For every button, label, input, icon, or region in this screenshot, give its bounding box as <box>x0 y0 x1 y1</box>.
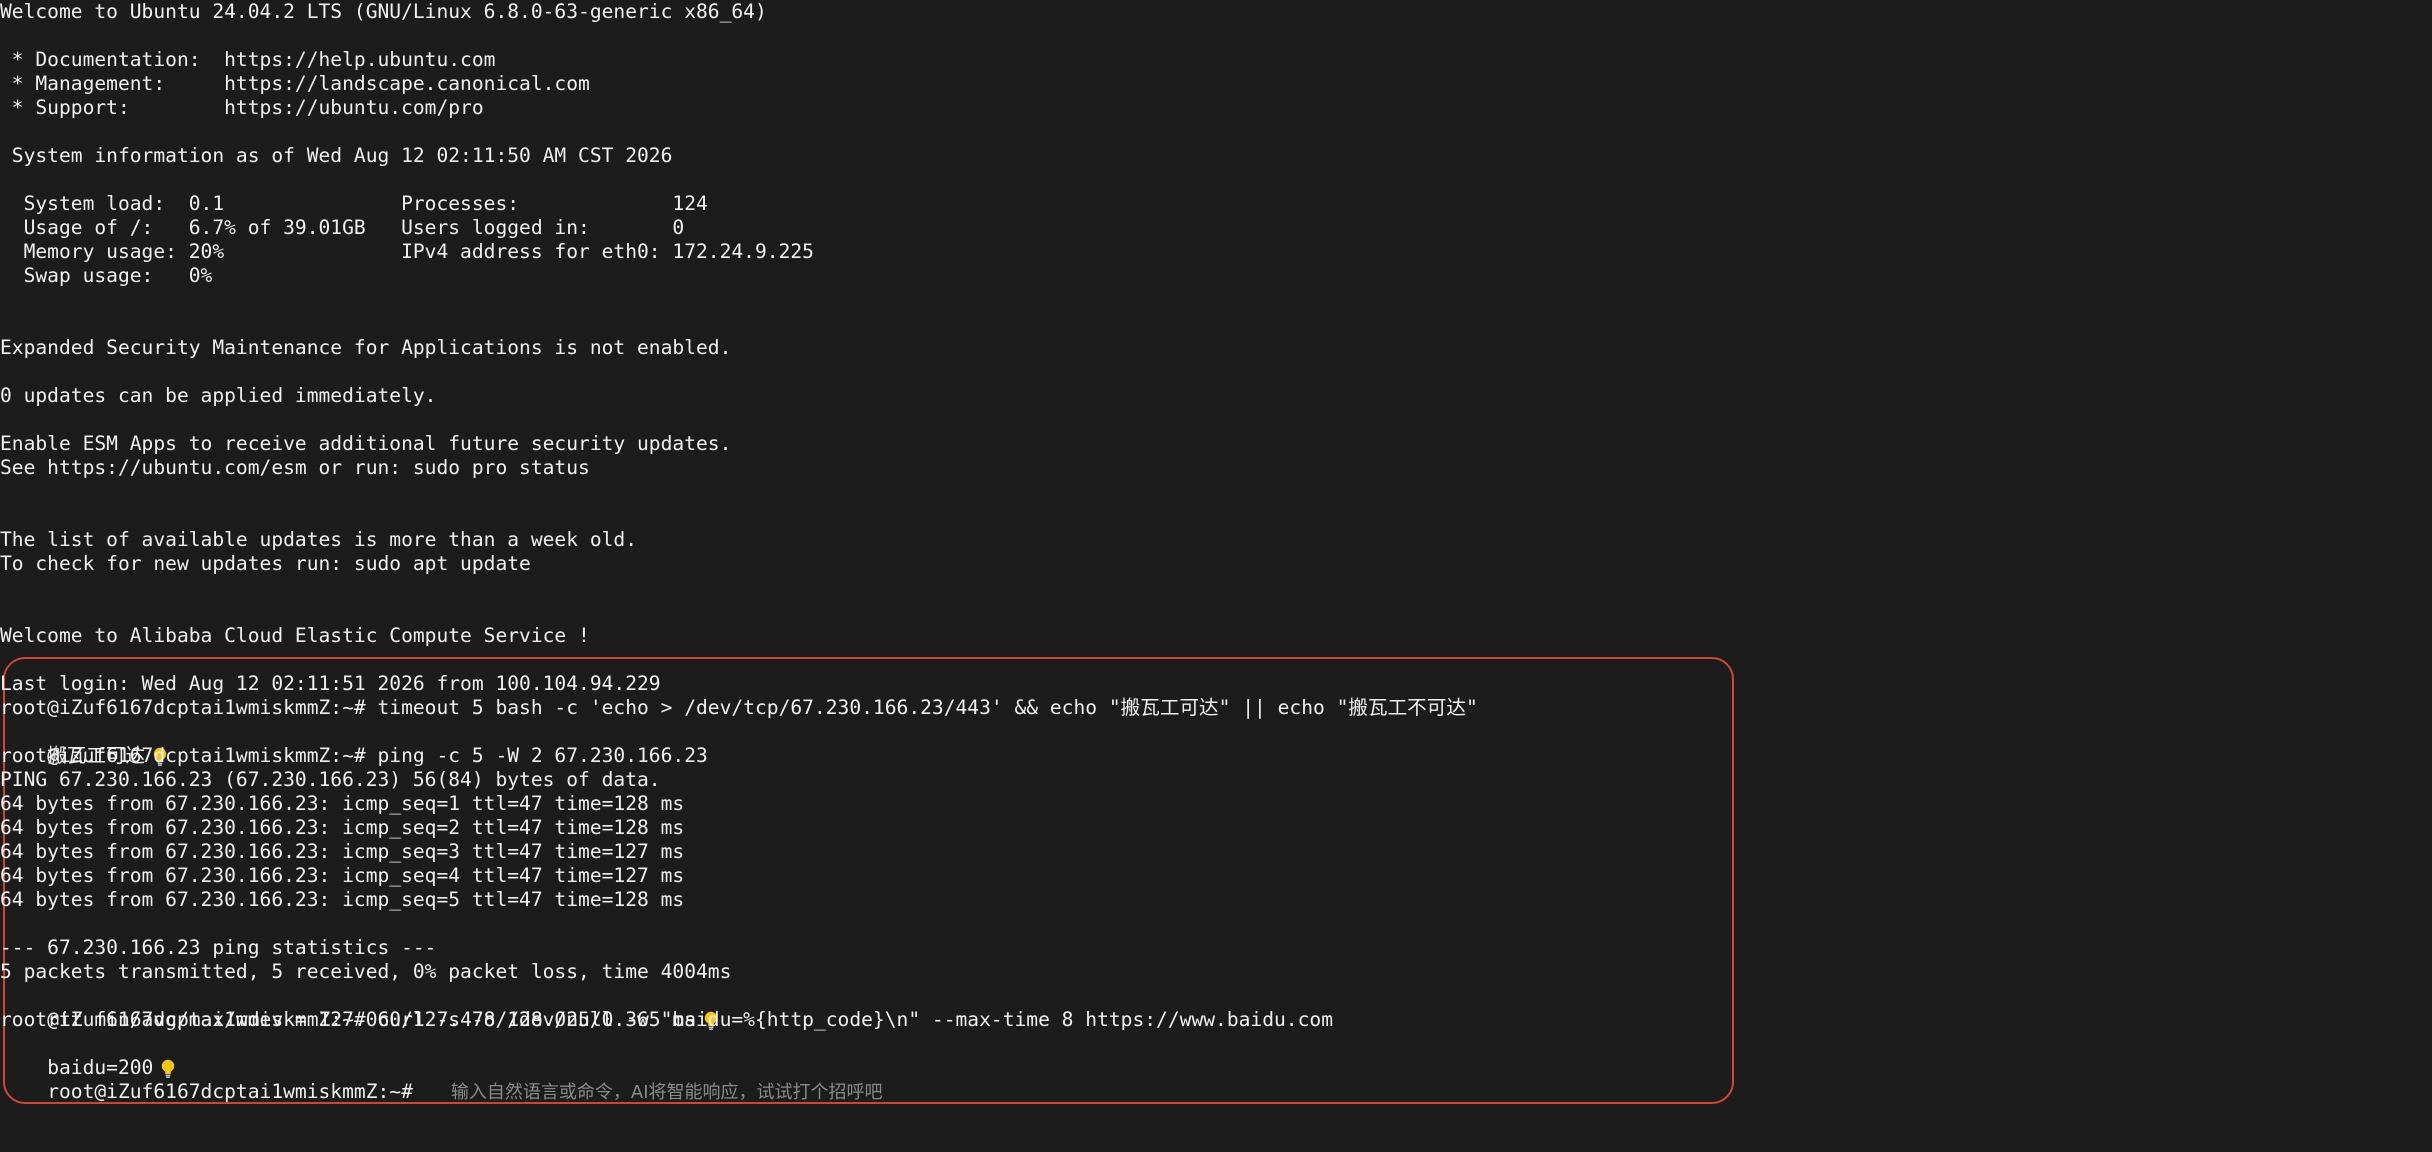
ping-reply-1: 64 bytes from 67.230.166.23: icmp_seq=1 … <box>0 792 685 815</box>
ping-reply-5: 64 bytes from 67.230.166.23: icmp_seq=5 … <box>0 888 685 911</box>
sysinfo-row-usage: Usage of /: 6.7% of 39.01GB Users logged… <box>0 216 685 239</box>
terminal-window[interactable]: Welcome to Ubuntu 24.04.2 LTS (GNU/Linux… <box>0 0 2432 1152</box>
output-curl-row: baidu=200 <box>0 1032 175 1079</box>
motd-support: * Support: https://ubuntu.com/pro <box>0 96 484 119</box>
sysinfo-row-load: System load: 0.1 Processes: 124 <box>0 192 708 215</box>
motd-updates-count: 0 updates can be applied immediately. <box>0 384 437 407</box>
command-line-curl: root@iZuf6167dcptai1wmiskmmZ:~# curl -s … <box>0 1008 1333 1031</box>
ping-reply-3: 64 bytes from 67.230.166.23: icmp_seq=3 … <box>0 840 685 863</box>
output-tcp-check: 搬瓦工可达 <box>0 720 167 767</box>
ping-stats-packets: 5 packets transmitted, 5 received, 0% pa… <box>0 960 732 983</box>
motd-alibaba-welcome: Welcome to Alibaba Cloud Elastic Compute… <box>0 624 590 647</box>
ping-stats-header: --- 67.230.166.23 ping statistics --- <box>0 936 437 959</box>
ping-reply-2: 64 bytes from 67.230.166.23: icmp_seq=2 … <box>0 816 685 839</box>
motd-management: * Management: https://landscape.canonica… <box>0 72 590 95</box>
motd-enable-esm: Enable ESM Apps to receive additional fu… <box>0 432 732 455</box>
command-line-ping: root@iZuf6167dcptai1wmiskmmZ:~# ping -c … <box>0 744 708 767</box>
motd-list-old: The list of available updates is more th… <box>0 528 638 551</box>
motd-system-info-header: System information as of Wed Aug 12 02:1… <box>0 144 673 167</box>
motd-welcome: Welcome to Ubuntu 24.04.2 LTS (GNU/Linux… <box>0 0 767 23</box>
shell-prompt: root@iZuf6167dcptai1wmiskmmZ:~# <box>47 1080 413 1103</box>
motd-see-esm: See https://ubuntu.com/esm or run: sudo … <box>0 456 590 479</box>
sysinfo-row-swap: Swap usage: 0% <box>0 264 213 287</box>
motd-check-updates: To check for new updates run: sudo apt u… <box>0 552 531 575</box>
current-prompt-line[interactable]: root@iZuf6167dcptai1wmiskmmZ:~# 输入自然语言或命令… <box>0 1056 882 1103</box>
last-login-line: Last login: Wed Aug 12 02:11:51 2026 fro… <box>0 672 661 695</box>
ping-stats-rtt-row: rtt min/avg/max/mdev = 127.060/127.478/1… <box>0 984 718 1031</box>
ping-reply-4: 64 bytes from 67.230.166.23: icmp_seq=4 … <box>0 864 685 887</box>
ai-command-input[interactable]: 输入自然语言或命令，AI将智能响应，试试打个招呼吧 <box>451 1082 883 1103</box>
motd-esm-notice: Expanded Security Maintenance for Applic… <box>0 336 732 359</box>
motd-documentation: * Documentation: https://help.ubuntu.com <box>0 48 496 71</box>
sysinfo-row-memory: Memory usage: 20% IPv4 address for eth0:… <box>0 240 814 263</box>
command-line-tcp-check: root@iZuf6167dcptai1wmiskmmZ:~# timeout … <box>0 696 1478 719</box>
ping-header: PING 67.230.166.23 (67.230.166.23) 56(84… <box>0 768 661 791</box>
